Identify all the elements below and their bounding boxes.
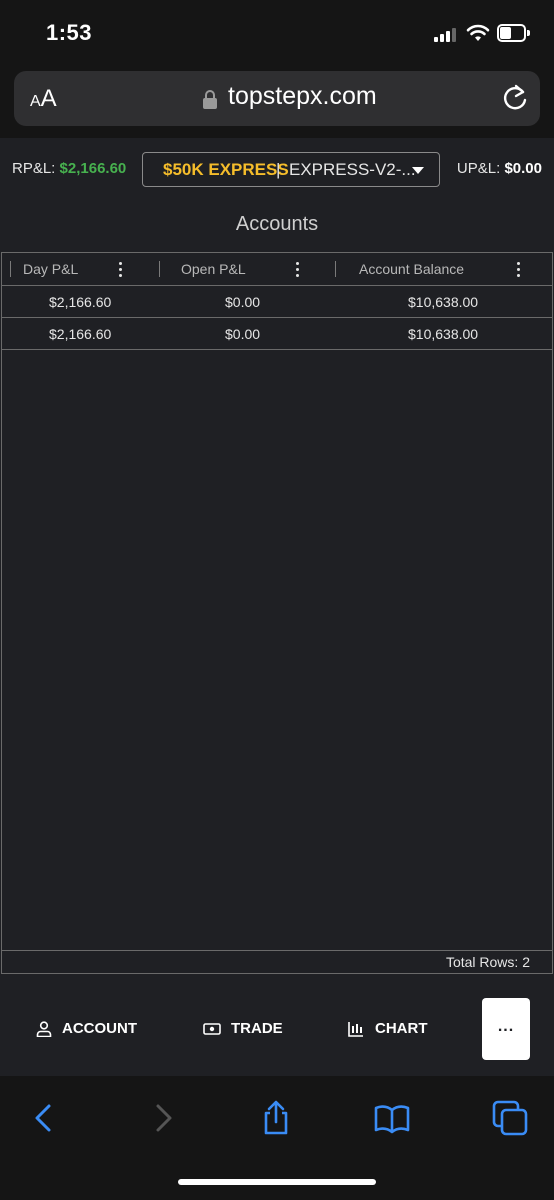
app-header: RP&L: $2,166.60 $50K EXPRESS | EXPRESS-V… [0, 138, 554, 200]
reload-icon[interactable] [501, 83, 529, 113]
more-button[interactable]: ... [482, 998, 530, 1060]
column-header-day-pnl[interactable]: Day P&L [23, 261, 78, 277]
account-type-tag: $50K EXPRESS [163, 160, 289, 179]
total-rows: Total Rows: 2 [445, 954, 530, 970]
column-menu-icon[interactable] [517, 262, 521, 278]
account-selector[interactable]: $50K EXPRESS | EXPRESS-V2-... [142, 152, 440, 187]
battery-icon [497, 24, 530, 42]
home-indicator [178, 1179, 376, 1185]
more-label: ... [497, 1018, 515, 1035]
chevron-down-icon [412, 167, 424, 174]
account-separator: | [276, 160, 281, 179]
browser-top-chrome: 1:53 AA topstepx.com [0, 0, 554, 138]
lock-icon [203, 90, 217, 109]
cell-open-pnl: $0.00 [225, 326, 261, 342]
column-resize-handle[interactable] [159, 261, 160, 277]
upl-label: UP&L: [456, 160, 501, 177]
cell-open-pnl: $0.00 [225, 294, 261, 310]
grid-footer: Total Rows: 2 [2, 950, 552, 973]
cell-day-pnl: $2,166.60 [49, 294, 112, 310]
bookmarks-icon[interactable] [374, 1100, 410, 1136]
wifi-icon [466, 24, 490, 41]
table-row[interactable]: $2,166.60 $0.00 $10,638.00 [2, 286, 552, 318]
address-bar[interactable]: AA topstepx.com [14, 71, 540, 126]
text-size-button[interactable]: AA [30, 85, 57, 113]
column-menu-icon[interactable] [119, 262, 123, 278]
column-resize-handle[interactable] [335, 261, 336, 277]
back-icon[interactable] [26, 1100, 62, 1136]
person-icon [36, 1021, 52, 1037]
table-row[interactable]: $2,166.60 $0.00 $10,638.00 [2, 318, 552, 350]
column-resize-handle[interactable] [10, 261, 11, 277]
rpl-label: RP&L: [12, 160, 56, 177]
cell-account-balance: $10,638.00 [408, 326, 479, 342]
cell-day-pnl: $2,166.60 [49, 326, 112, 342]
tabs-icon[interactable] [492, 1100, 528, 1136]
cash-icon [203, 1023, 221, 1035]
account-name: EXPRESS-V2-... [289, 160, 416, 179]
column-header-account-balance[interactable]: Account Balance [359, 261, 464, 277]
cell-account-balance: $10,638.00 [408, 294, 479, 310]
column-header-open-pnl[interactable]: Open P&L [181, 261, 246, 277]
unrealized-pnl: UP&L: $0.00 [457, 160, 542, 177]
chart-icon [348, 1022, 363, 1037]
url-text[interactable]: topstepx.com [228, 82, 377, 111]
upl-value: $0.00 [504, 160, 542, 177]
realized-pnl: RP&L: $2,166.60 [12, 160, 126, 177]
forward-icon [156, 1104, 172, 1132]
bottom-app-nav: ACCOUNT TRADE CHART ... [0, 990, 554, 1076]
grid-header: Day P&L Open P&L Account Balance [2, 253, 552, 286]
share-icon[interactable] [258, 1100, 294, 1136]
column-menu-icon[interactable] [296, 262, 300, 278]
cellular-signal-icon [434, 28, 458, 42]
rpl-value: $2,166.60 [59, 160, 127, 177]
status-time: 1:53 [46, 20, 93, 45]
accounts-grid: Day P&L Open P&L Account Balance $2,166.… [1, 252, 553, 974]
page-title: Accounts [235, 213, 319, 235]
